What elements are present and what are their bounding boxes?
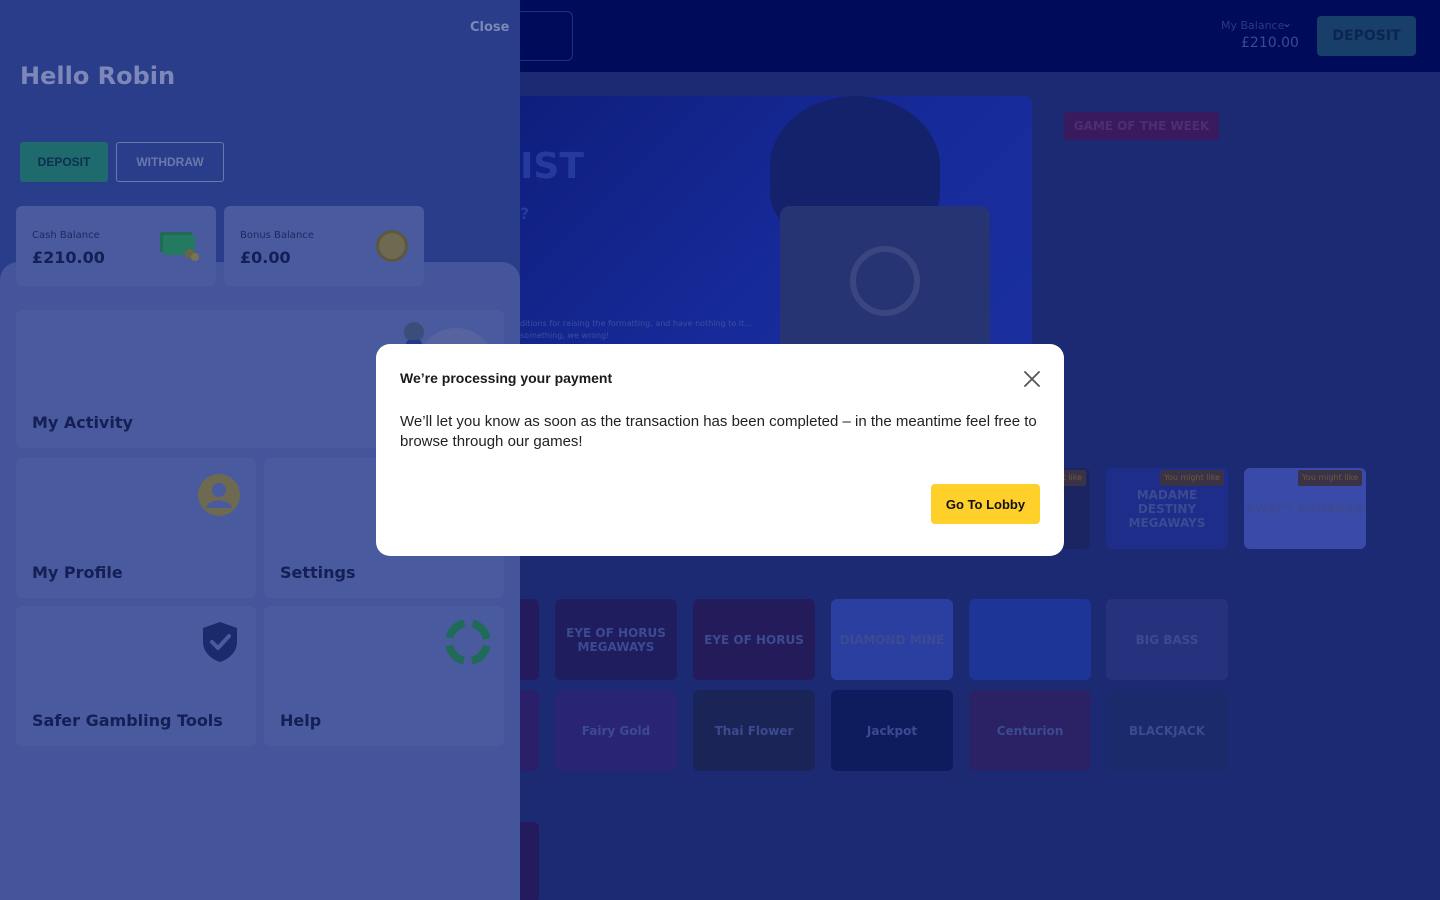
help-card[interactable]: Help [264, 606, 504, 746]
help-label: Help [280, 711, 322, 730]
game-tile[interactable]: You might like SWEET BONANZA [1244, 468, 1366, 549]
hero-subtitle: ? [520, 204, 530, 223]
modal-title: We’re processing your payment [400, 370, 613, 386]
balance-label: My Balance [1221, 19, 1285, 32]
game-tile[interactable] [969, 599, 1091, 680]
profile-icon [198, 474, 240, 516]
bonus-balance-card: Bonus Balance £0.00 [224, 206, 424, 286]
safer-gambling-card[interactable]: Safer Gambling Tools [16, 606, 256, 746]
payment-processing-modal: We’re processing your payment We’ll let … [376, 344, 1064, 556]
lifebuoy-icon [446, 620, 490, 664]
my-activity-label: My Activity [32, 413, 133, 432]
go-to-lobby-button[interactable]: Go To Lobby [931, 484, 1040, 524]
cash-balance-value: £210.00 [32, 248, 105, 267]
settings-label: Settings [280, 563, 356, 582]
cash-icon [160, 232, 199, 261]
cash-balance-card: Cash Balance £210.00 [16, 206, 216, 286]
safer-gambling-label: Safer Gambling Tools [32, 711, 223, 730]
coin-icon [376, 230, 408, 262]
safe-dial [850, 246, 920, 316]
shield-check-icon [203, 622, 237, 662]
my-profile-card[interactable]: My Profile [16, 458, 256, 598]
game-tile[interactable]: Centurion [969, 690, 1091, 771]
hero-small-print: ditions for raising the formatting, and … [520, 319, 752, 340]
chevron-down-icon[interactable]: ⌄ [1282, 16, 1292, 30]
cash-balance-label: Cash Balance [32, 230, 100, 241]
game-tile[interactable]: You might like MADAME DESTINY MEGAWAYS [1106, 468, 1228, 549]
greeting: Hello Robin [20, 62, 176, 90]
close-icon[interactable] [1021, 368, 1043, 390]
game-of-week-badge: GAME OF THE WEEK [1064, 112, 1219, 140]
game-tile[interactable]: BLACKJACK [1106, 690, 1228, 771]
drawer-close-link[interactable]: Close [470, 20, 509, 35]
game-tile[interactable]: Thai Flower [693, 690, 815, 771]
bonus-balance-value: £0.00 [240, 248, 291, 267]
my-profile-label: My Profile [32, 563, 123, 582]
game-tile[interactable]: BIG BASS [1106, 599, 1228, 680]
hero-title: IST [520, 146, 584, 187]
game-tile[interactable]: Fairy Gold [555, 690, 677, 771]
hero-banner[interactable]: IST ? ditions for raising the formatting… [480, 96, 1032, 348]
modal-message: We’ll let you know as soon as the transa… [400, 413, 1037, 450]
bonus-balance-label: Bonus Balance [240, 230, 314, 241]
balance-value: £210.00 [1241, 35, 1299, 51]
withdraw-button[interactable]: WITHDRAW [116, 142, 224, 182]
header-deposit-button[interactable]: DEPOSIT [1317, 16, 1416, 56]
deposit-button[interactable]: DEPOSIT [20, 142, 108, 182]
game-tile[interactable]: EYE OF HORUS [693, 599, 815, 680]
game-tile[interactable]: Jackpot [831, 690, 953, 771]
game-tile[interactable]: DIAMOND MINE [831, 599, 953, 680]
game-tile[interactable]: EYE OF HORUS MEGAWAYS [555, 599, 677, 680]
